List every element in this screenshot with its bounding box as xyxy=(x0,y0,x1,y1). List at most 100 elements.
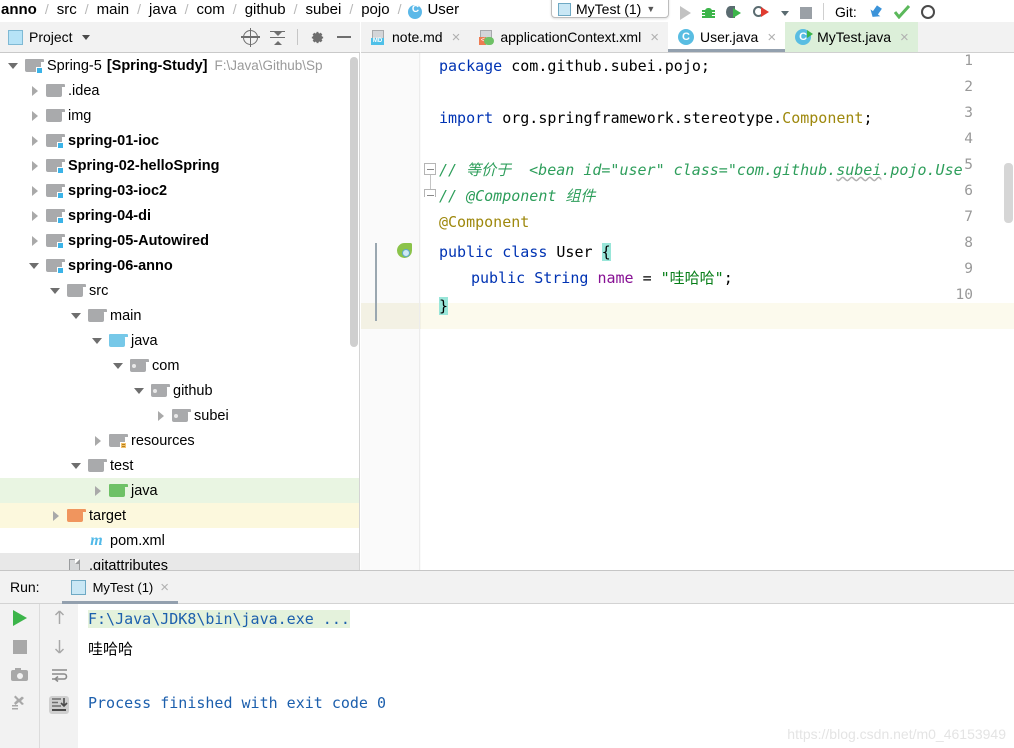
tree-toggle-right-icon[interactable] xyxy=(92,435,103,446)
tree-node-test[interactable]: test xyxy=(0,453,360,478)
git-commit-icon[interactable] xyxy=(893,4,910,20)
tree-node-spring-03-ioc2[interactable]: spring-03-ioc2 xyxy=(0,178,360,203)
search-icon[interactable] xyxy=(920,5,935,19)
git-update-icon[interactable] xyxy=(868,5,883,19)
run-tab-mytest[interactable]: MyTest (1) × xyxy=(61,571,179,604)
chevron-down-icon[interactable] xyxy=(81,34,90,40)
breadcrumb-item-main[interactable]: main xyxy=(96,1,131,18)
tree-node-label: pom.xml xyxy=(110,532,165,549)
code-editor[interactable]: 1 2 3 4 5 6 7 8 9 10 package com.github.subei.poj… xyxy=(361,53,1014,570)
tree-toggle-right-icon[interactable] xyxy=(29,185,40,196)
tree-toggle-down-icon[interactable] xyxy=(71,460,82,471)
tree-node-img[interactable]: img xyxy=(0,103,360,128)
tree-toggle-right-icon[interactable] xyxy=(29,85,40,96)
breadcrumb-item-subei[interactable]: subei xyxy=(304,1,342,18)
close-icon[interactable]: × xyxy=(452,29,461,46)
locate-target-icon[interactable] xyxy=(241,27,260,47)
spring-bean-gutter-icon[interactable] xyxy=(397,243,413,259)
fold-marker-end[interactable] xyxy=(424,189,436,197)
debug-icon[interactable] xyxy=(702,7,715,19)
breadcrumb[interactable]: anno / src / main / java / com / github / subei / pojo… xyxy=(0,0,460,22)
breadcrumb-item-com[interactable]: com xyxy=(195,1,225,18)
screenshot-icon[interactable] xyxy=(11,668,28,681)
tree-toggle-down-icon[interactable] xyxy=(92,335,103,346)
editor-tab-user-java[interactable]: User.java × xyxy=(667,22,786,52)
project-panel-title-group[interactable]: Project xyxy=(8,29,90,45)
close-icon[interactable]: × xyxy=(900,29,909,46)
tree-node-github[interactable]: github xyxy=(0,378,360,403)
tree-node-pom-xml[interactable]: m pom.xml xyxy=(0,528,360,553)
tree-node--idea[interactable]: .idea xyxy=(0,78,360,103)
fold-marker[interactable] xyxy=(424,163,436,175)
tree-node-spring-5[interactable]: Spring-5 [Spring-Study] F:\Java\Github\Sp xyxy=(0,53,360,78)
editor-tab-bar[interactable]: MDnote.md×<applicationContext.xml×User.j… xyxy=(361,22,1014,53)
code-folding-bar[interactable] xyxy=(421,53,439,570)
tree-toggle-right-icon[interactable] xyxy=(29,235,40,246)
dropdown-icon[interactable] xyxy=(781,11,789,16)
project-tree[interactable]: Spring-5 [Spring-Study] F:\Java\Github\Sp.… xyxy=(0,53,360,570)
editor-tab-applicationcontext-xml[interactable]: < applicationContext.xml × xyxy=(469,22,668,52)
breadcrumb-item-user[interactable]: User xyxy=(426,1,460,18)
close-icon[interactable]: × xyxy=(160,579,169,596)
tree-toggle-right-icon[interactable] xyxy=(29,160,40,171)
chevron-down-icon[interactable]: ▼ xyxy=(646,4,655,14)
tree-node-spring-02-hellospring[interactable]: Spring-02-helloSpring xyxy=(0,153,360,178)
settings-gear-icon[interactable] xyxy=(310,30,325,45)
tree-toggle-down-icon[interactable] xyxy=(50,285,61,296)
tree-node-spring-06-anno[interactable]: spring-06-anno xyxy=(0,253,360,278)
tree-toggle-down-icon[interactable] xyxy=(71,310,82,321)
breadcrumb-item-anno[interactable]: anno xyxy=(0,1,38,18)
method-scope-line xyxy=(375,243,377,321)
stop-icon[interactable] xyxy=(12,640,27,654)
debug-threads-icon[interactable] xyxy=(11,695,28,710)
breadcrumb-item-github[interactable]: github xyxy=(244,1,287,18)
tree-node-com[interactable]: com xyxy=(0,353,360,378)
tree-node-target[interactable]: target xyxy=(0,503,360,528)
tree-node-java[interactable]: java xyxy=(0,328,360,353)
module-folder-icon xyxy=(25,58,44,74)
stop-icon[interactable] xyxy=(800,7,812,19)
run-configuration-selector[interactable]: MyTest (1) ▼ xyxy=(551,0,669,18)
run-panel-header: Run: MyTest (1) × xyxy=(0,571,1014,604)
run-with-debug-icon[interactable] xyxy=(726,6,742,19)
scroll-down-icon[interactable] xyxy=(53,639,66,654)
editor-tab-mytest-java[interactable]: MyTest.java × xyxy=(785,22,918,52)
tree-toggle-down-icon[interactable] xyxy=(134,385,145,396)
run-coverage-icon[interactable] xyxy=(753,6,770,19)
soft-wrap-icon[interactable] xyxy=(51,668,68,683)
project-tree-scrollbar[interactable] xyxy=(350,57,358,347)
tree-node--gitattributes[interactable]: .gitattributes xyxy=(0,553,360,570)
editor-scrollbar[interactable] xyxy=(1004,163,1013,223)
breadcrumb-item-src[interactable]: src xyxy=(56,1,78,18)
tree-node-java[interactable]: java xyxy=(0,478,360,503)
close-icon[interactable]: × xyxy=(650,29,659,46)
run-toolbar-col-right xyxy=(39,604,78,748)
tree-toggle-right-icon[interactable] xyxy=(92,485,103,496)
tree-node-main[interactable]: main xyxy=(0,303,360,328)
tree-node-spring-01-ioc[interactable]: spring-01-ioc xyxy=(0,128,360,153)
hide-panel-icon[interactable] xyxy=(337,36,351,38)
tree-node-src[interactable]: src xyxy=(0,278,360,303)
tree-node-resources[interactable]: resources xyxy=(0,428,360,453)
collapse-all-icon[interactable] xyxy=(270,30,285,45)
rerun-icon[interactable] xyxy=(12,610,27,626)
tree-node-spring-04-di[interactable]: spring-04-di xyxy=(0,203,360,228)
tree-node-subei[interactable]: subei xyxy=(0,403,360,428)
breadcrumb-item-pojo[interactable]: pojo xyxy=(360,1,390,18)
tree-toggle-right-icon[interactable] xyxy=(155,410,166,421)
breadcrumb-item-java[interactable]: java xyxy=(148,1,178,18)
tree-toggle-right-icon[interactable] xyxy=(29,135,40,146)
tree-toggle-right-icon[interactable] xyxy=(29,210,40,221)
breadcrumb-separator: / xyxy=(137,1,142,17)
tree-toggle-down-icon[interactable] xyxy=(113,360,124,371)
editor-tab-note-md[interactable]: MD note.md × xyxy=(361,22,469,52)
tree-node-spring-05-autowired[interactable]: spring-05-Autowired xyxy=(0,228,360,253)
close-icon[interactable]: × xyxy=(767,29,776,46)
scroll-up-icon[interactable] xyxy=(53,610,66,625)
run-icon[interactable] xyxy=(680,6,691,20)
tree-toggle-down-icon[interactable] xyxy=(29,260,40,271)
tree-toggle-right-icon[interactable] xyxy=(50,510,61,521)
scroll-to-end-icon[interactable] xyxy=(49,696,69,714)
tree-toggle-right-icon[interactable] xyxy=(29,110,40,121)
tree-toggle-down-icon[interactable] xyxy=(8,60,19,71)
